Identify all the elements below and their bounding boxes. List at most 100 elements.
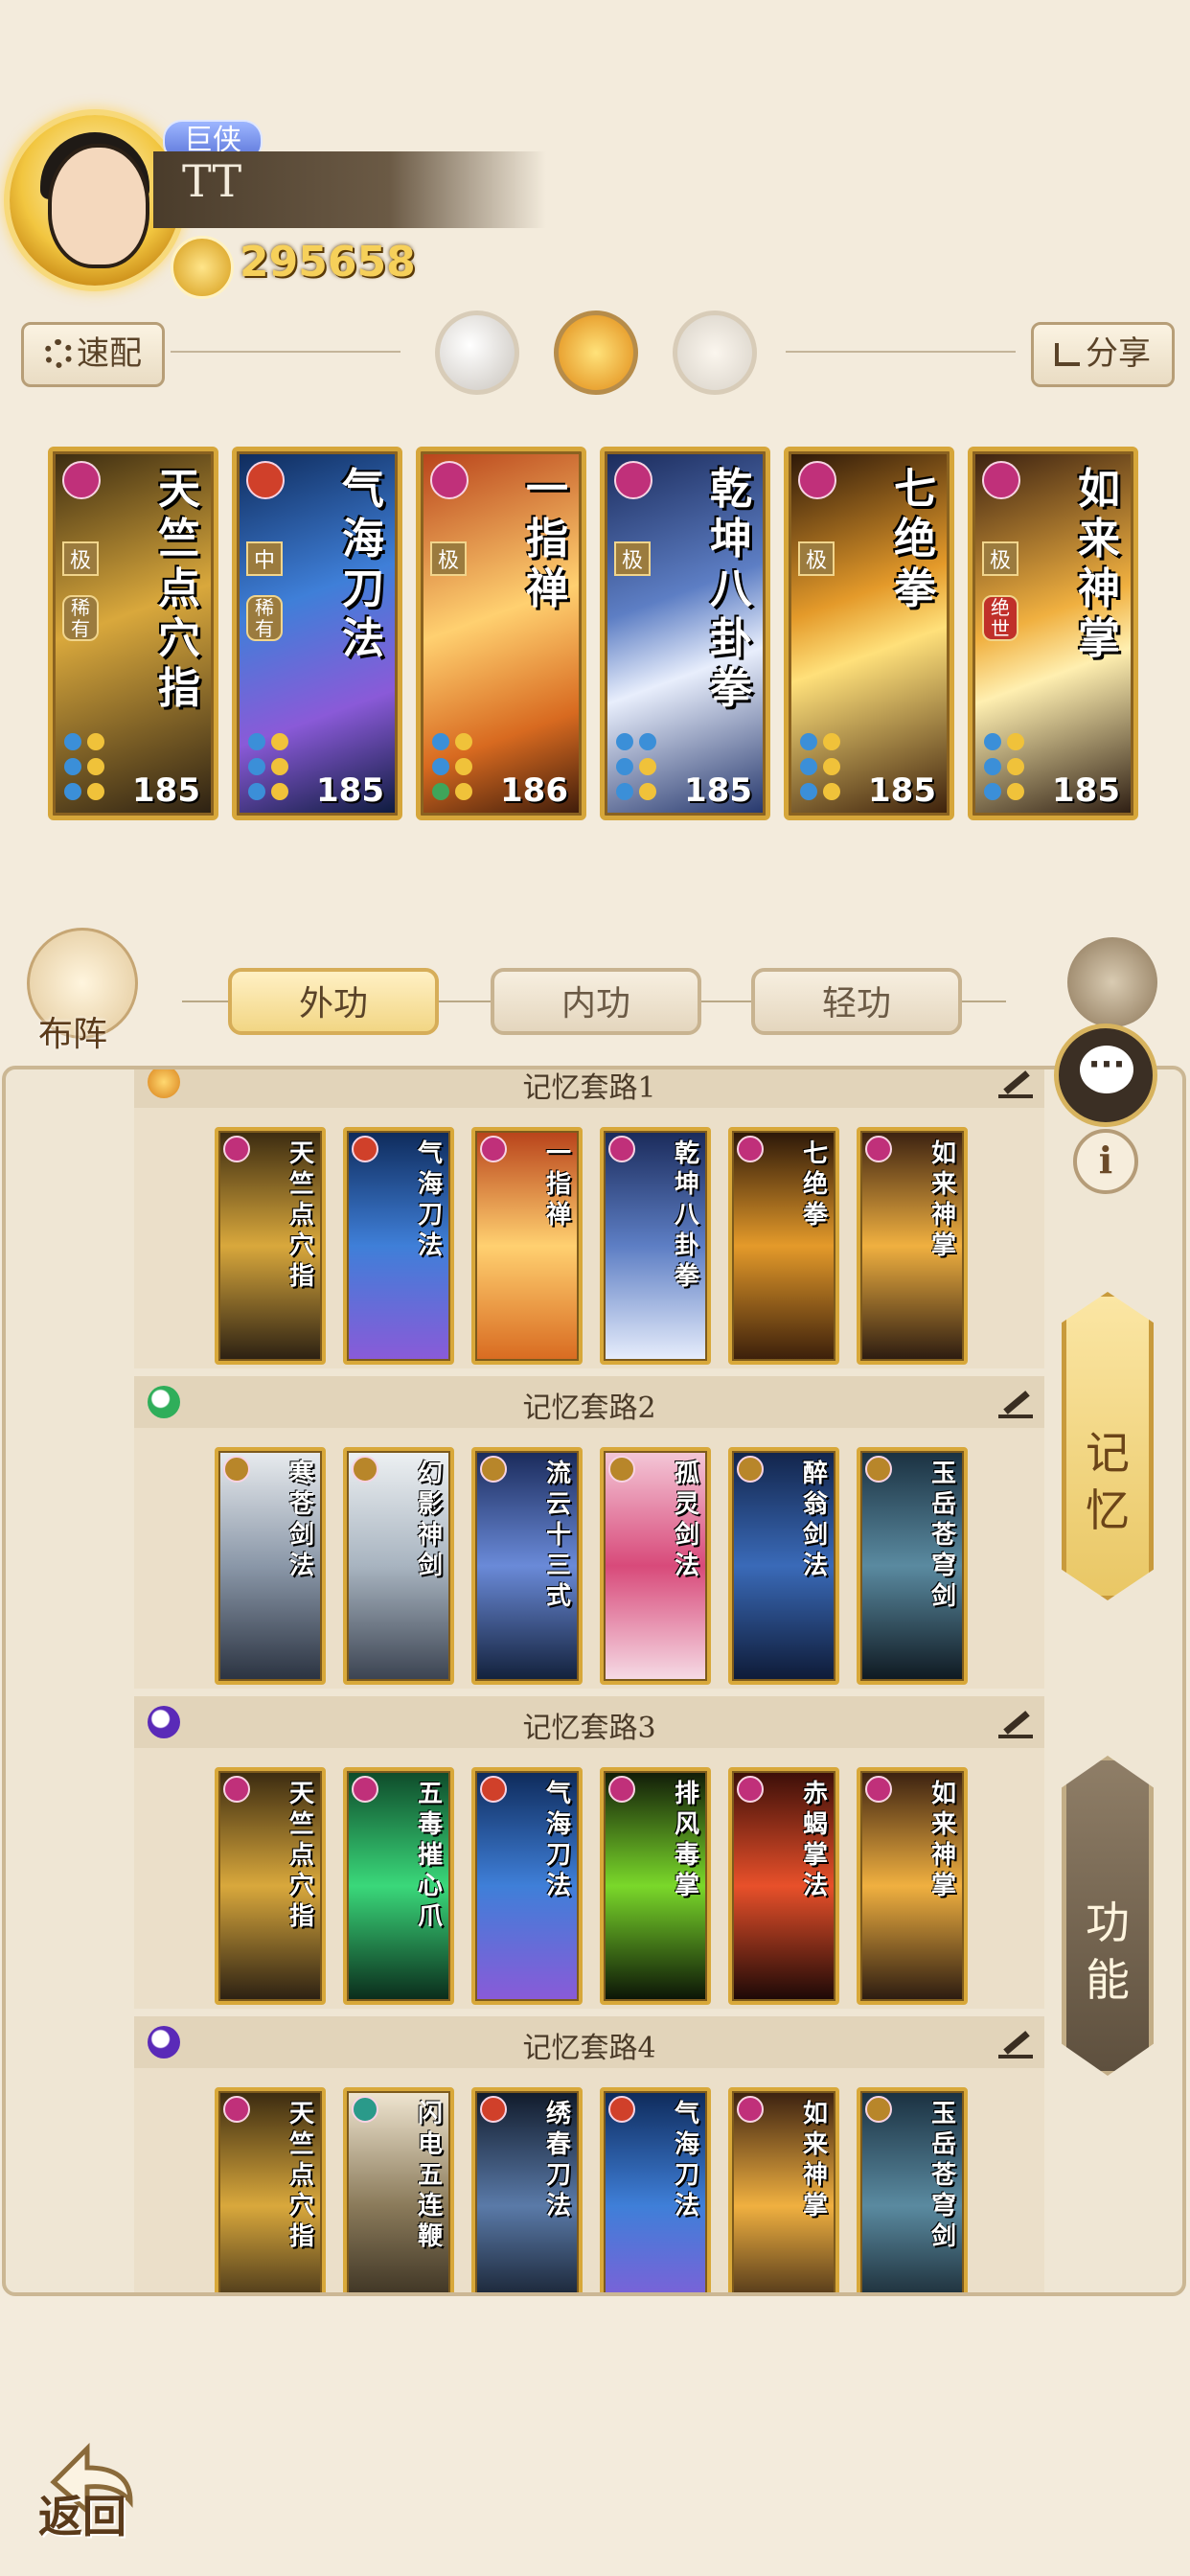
memory-card-name: 如来神掌 <box>930 1139 956 1260</box>
skill-card[interactable]: 中 稀有 气海刀法 185 <box>232 447 402 820</box>
memory-card-name: 乾坤八卦拳 <box>674 1139 699 1291</box>
memory-card-name: 气海刀法 <box>674 2100 699 2220</box>
memory-card[interactable]: 玉岳苍穹剑 <box>857 2087 968 2292</box>
memory-card[interactable]: 如来神掌 <box>857 1767 968 2005</box>
gear-icon <box>44 339 73 368</box>
category-icon <box>480 2096 507 2123</box>
skill-card[interactable]: 极 一指禅 186 <box>416 447 586 820</box>
memory-set[interactable]: 记忆套路3 天竺点穴指 五毒摧心爪 气海刀法 排风毒掌 赤蝎掌法 如来神掌 <box>134 1696 1044 2009</box>
share-button[interactable]: 分享 <box>1031 322 1175 387</box>
memory-set-header: 记忆套路3 <box>134 1696 1044 1748</box>
category-icon <box>737 2096 764 2123</box>
memory-set[interactable]: 记忆套路4 天竺点穴指 闪电五连鞭 绣春刀法 气海刀法 如来神掌 玉岳苍穹剑 <box>134 2016 1044 2292</box>
memory-card[interactable]: 寒苍剑法 <box>215 1447 326 1685</box>
quick-config-label: 速配 <box>77 334 142 373</box>
divider <box>171 351 400 353</box>
memory-card[interactable]: 气海刀法 <box>343 1127 454 1365</box>
grade-badge: 极 <box>62 541 99 576</box>
memory-card[interactable]: 五毒摧心爪 <box>343 1767 454 2005</box>
chat-icon[interactable] <box>1054 1024 1157 1127</box>
category-icon <box>352 1456 378 1483</box>
memory-panel[interactable]: 记忆套路1 天竺点穴指 气海刀法 一指禅 乾坤八卦拳 七绝拳 如来神掌 记忆套路… <box>2 1066 1186 2296</box>
memory-card[interactable]: 一指禅 <box>471 1127 583 1365</box>
skill-name: 气海刀法 <box>342 465 384 663</box>
memory-set-title: 记忆套路1 <box>522 1071 656 1105</box>
scroll-book-icon[interactable] <box>1067 937 1157 1027</box>
skill-card[interactable]: 极 稀有 天竺点穴指 185 <box>48 447 218 820</box>
memory-card-name: 绣春刀法 <box>545 2100 571 2220</box>
edit-icon[interactable] <box>998 1070 1033 1098</box>
category-icon <box>614 461 652 499</box>
memory-card[interactable]: 气海刀法 <box>471 1767 583 2005</box>
stat-pips <box>984 731 1051 806</box>
category-icon <box>737 1456 764 1483</box>
skill-card[interactable]: 极 乾坤八卦拳 185 <box>600 447 770 820</box>
skill-name: 七绝拳 <box>894 465 936 613</box>
function-button-label[interactable]: 功能 <box>1085 1894 1131 2009</box>
memory-card-name: 幻影神剑 <box>417 1460 443 1580</box>
category-icon <box>480 1136 507 1162</box>
memory-card[interactable]: 如来神掌 <box>857 1127 968 1365</box>
memory-card[interactable]: 绣春刀法 <box>471 2087 583 2292</box>
quick-config-button[interactable]: 速配 <box>21 322 165 387</box>
memory-card[interactable]: 天竺点穴指 <box>215 1767 326 2005</box>
memory-card-name: 排风毒掌 <box>674 1780 699 1900</box>
category-icon <box>246 461 285 499</box>
skill-card[interactable]: 极 绝世 如来神掌 185 <box>968 447 1138 820</box>
memory-card[interactable]: 乾坤八卦拳 <box>600 1127 711 1365</box>
info-button[interactable]: i <box>1073 1129 1138 1194</box>
memory-card[interactable]: 七绝拳 <box>728 1127 839 1365</box>
edit-icon[interactable] <box>998 2026 1033 2058</box>
grade-badge: 中 <box>246 541 283 576</box>
back-button-label[interactable]: 返回 <box>38 2482 126 2545</box>
skill-name: 如来神掌 <box>1078 465 1120 663</box>
grade-badge: 极 <box>798 541 835 576</box>
memory-set[interactable]: 记忆套路1 天竺点穴指 气海刀法 一指禅 乾坤八卦拳 七绝拳 如来神掌 <box>134 1070 1044 1368</box>
skill-name: 天竺点穴指 <box>158 465 200 713</box>
memory-set[interactable]: 记忆套路2 寒苍剑法 幻影神剑 流云十三式 孤灵剑法 醉翁剑法 玉岳苍穹剑 <box>134 1376 1044 1689</box>
category-icon <box>480 1456 507 1483</box>
memory-card[interactable]: 如来神掌 <box>728 2087 839 2292</box>
rarity-badge: 稀有 <box>62 595 99 641</box>
memory-card[interactable]: 气海刀法 <box>600 2087 711 2292</box>
memory-card[interactable]: 天竺点穴指 <box>215 1127 326 1365</box>
memory-card[interactable]: 排风毒掌 <box>600 1767 711 2005</box>
skill-card[interactable]: 极 七绝拳 185 <box>784 447 954 820</box>
moon-phase-mode-icon[interactable] <box>673 310 757 395</box>
memory-card[interactable]: 闪电五连鞭 <box>343 2087 454 2292</box>
skill-level: 185 <box>316 771 384 810</box>
edit-icon[interactable] <box>998 1706 1033 1738</box>
stat-pips <box>616 731 683 806</box>
memory-set-title: 记忆套路3 <box>522 1712 656 1745</box>
tab-lightness[interactable]: 轻功 <box>751 968 962 1035</box>
memory-card-name: 闪电五连鞭 <box>417 2100 443 2251</box>
moon-mode-icon[interactable] <box>435 310 519 395</box>
memory-card-name: 孤灵剑法 <box>674 1460 699 1580</box>
stat-pips <box>248 731 315 806</box>
sun-mode-icon[interactable] <box>554 310 638 395</box>
memory-card[interactable]: 流云十三式 <box>471 1447 583 1685</box>
category-icon <box>352 2096 378 2123</box>
memory-card[interactable]: 幻影神剑 <box>343 1447 454 1685</box>
skill-level: 186 <box>500 771 568 810</box>
edit-icon[interactable] <box>998 1386 1033 1418</box>
memory-card[interactable]: 赤蝎掌法 <box>728 1767 839 2005</box>
memory-card-name: 气海刀法 <box>545 1780 571 1900</box>
memory-card-name: 天竺点穴指 <box>288 1139 314 1291</box>
grade-badge: 极 <box>614 541 651 576</box>
tab-internal[interactable]: 内功 <box>491 968 701 1035</box>
category-icon <box>798 461 836 499</box>
memory-card-name: 七绝拳 <box>802 1139 828 1230</box>
memory-card-name: 如来神掌 <box>802 2100 828 2220</box>
memory-card[interactable]: 天竺点穴指 <box>215 2087 326 2292</box>
stat-pips <box>432 731 499 806</box>
category-icon <box>223 1136 250 1162</box>
memory-card[interactable]: 玉岳苍穹剑 <box>857 1447 968 1685</box>
category-icon <box>865 1456 892 1483</box>
memory-card[interactable]: 醉翁剑法 <box>728 1447 839 1685</box>
memory-set-title: 记忆套路2 <box>522 1392 656 1425</box>
formation-label[interactable]: 布阵 <box>38 1006 107 1056</box>
memory-button-label[interactable]: 记忆 <box>1085 1424 1131 1539</box>
tab-external[interactable]: 外功 <box>228 968 439 1035</box>
memory-card[interactable]: 孤灵剑法 <box>600 1447 711 1685</box>
